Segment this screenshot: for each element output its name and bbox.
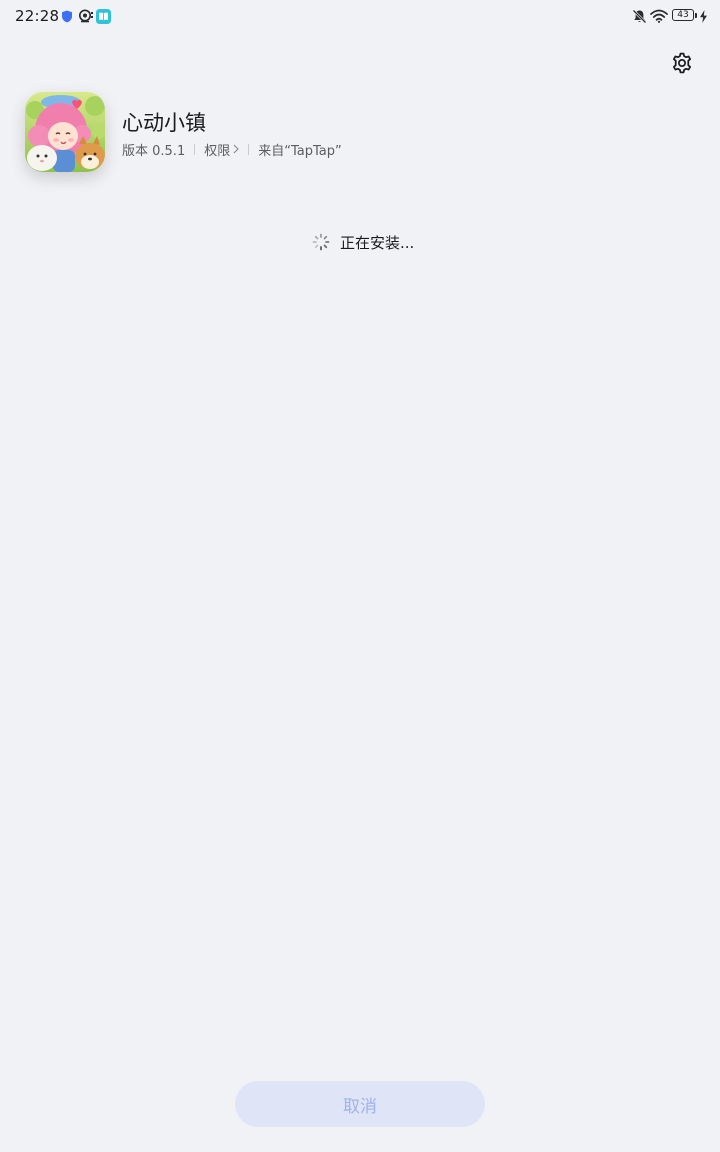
loading-spinner-icon xyxy=(312,233,330,251)
cancel-button[interactable]: 取消 xyxy=(235,1081,485,1127)
battery-level: 43 xyxy=(677,10,689,20)
wifi-icon xyxy=(650,9,668,23)
meta-divider xyxy=(194,143,196,155)
app-icon xyxy=(25,92,105,172)
permissions-label: 权限 xyxy=(204,143,231,159)
gear-icon xyxy=(672,52,692,74)
status-bar: 22:28 43 xyxy=(0,0,720,34)
battery-cap xyxy=(695,13,697,18)
cancel-button-label: 取消 xyxy=(343,1096,377,1117)
charging-bolt-icon xyxy=(700,10,707,23)
camera-icon xyxy=(79,9,93,23)
book-app-icon xyxy=(96,9,111,24)
app-source: 来自“TapTap” xyxy=(258,143,342,159)
shield-icon xyxy=(62,10,72,23)
permissions-link[interactable]: 权限 xyxy=(204,140,240,159)
status-time: 22:28 xyxy=(15,7,60,25)
app-meta-row: 版本 0.5.1 权限 来自“TapTap” xyxy=(122,140,342,159)
app-name: 心动小镇 xyxy=(122,111,206,135)
settings-button[interactable] xyxy=(668,49,696,77)
bell-off-icon xyxy=(632,9,647,24)
app-version: 版本 0.5.1 xyxy=(122,143,186,159)
install-status: 正在安装... xyxy=(312,232,414,252)
meta-divider xyxy=(248,143,250,155)
chevron-right-icon xyxy=(233,144,240,154)
battery-icon: 43 xyxy=(672,9,694,21)
install-status-text: 正在安装... xyxy=(340,233,415,252)
